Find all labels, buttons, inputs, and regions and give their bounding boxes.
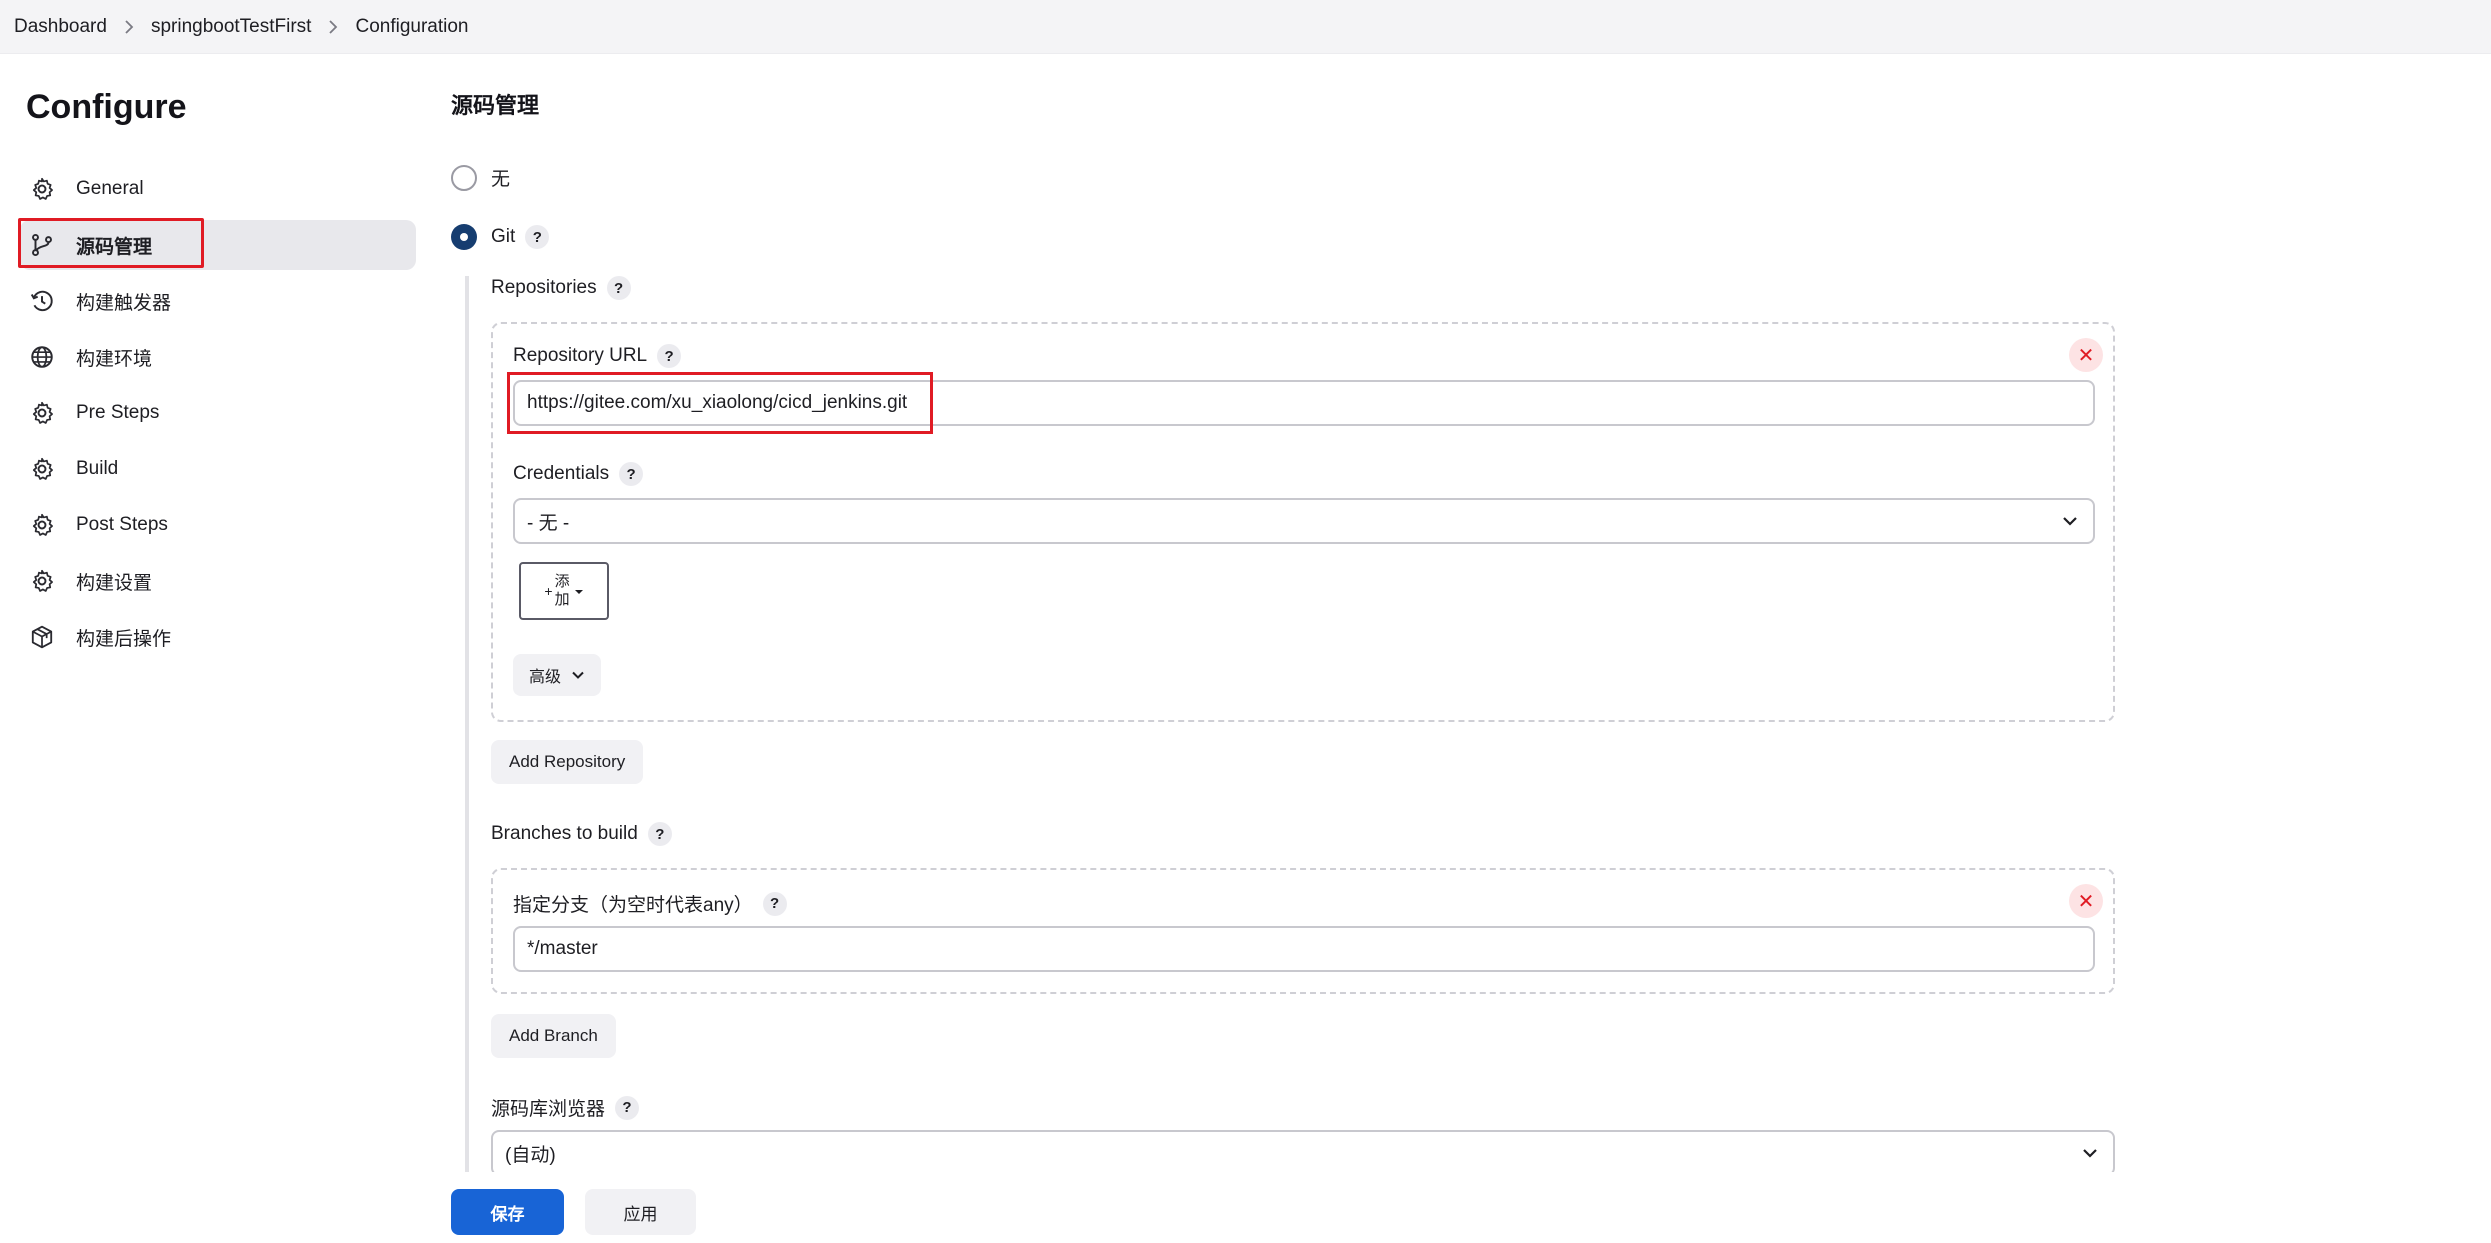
help-icon[interactable]: ? (615, 1095, 640, 1120)
radio-label: Git (491, 226, 516, 247)
clock-icon (28, 287, 56, 315)
repository-browser-label: 源码库浏览器 ? (491, 1094, 640, 1121)
help-icon[interactable]: ? (619, 462, 644, 486)
repository-browser-value: (自动) (505, 1144, 556, 1166)
chevron-down-icon (572, 671, 584, 679)
repository-browser-select[interactable]: (自动) (491, 1130, 2115, 1176)
close-icon[interactable]: ✕ (2069, 338, 2103, 372)
gear-icon (28, 399, 56, 427)
sidebar-item-post-steps[interactable]: Post Steps (20, 500, 416, 550)
help-icon[interactable]: ? (762, 891, 787, 916)
credentials-label-text: Credentials (513, 463, 610, 484)
add-button-label-line1: 添 (554, 573, 570, 590)
branches-label: Branches to build ? (491, 822, 672, 846)
plus-icon: + (544, 583, 553, 599)
advanced-button[interactable]: 高级 (513, 654, 602, 696)
sidebar-item-build[interactable]: Build (20, 444, 416, 494)
credentials-label: Credentials ? (513, 462, 644, 486)
apply-button[interactable]: 应用 (585, 1189, 696, 1235)
radio-button-checked[interactable] (451, 224, 477, 250)
branch-specifier-label: 指定分支（为空时代表any） ? (513, 890, 787, 917)
sidebar-item-label: Pre Steps (76, 402, 160, 423)
git-branch-icon (28, 231, 56, 259)
radio-label: 无 (491, 169, 511, 190)
sidebar-item-scm[interactable]: 源码管理 (18, 218, 416, 270)
breadcrumb-configuration[interactable]: Configuration (355, 16, 468, 38)
add-repository-button[interactable]: Add Repository (491, 740, 644, 784)
radio-option-none[interactable]: 无 (451, 164, 510, 191)
close-icon[interactable]: ✕ (2069, 884, 2103, 918)
chevron-down-icon (2061, 512, 2079, 536)
branch-specifier-input[interactable]: */master (513, 926, 2095, 972)
gear-icon (28, 511, 56, 539)
help-icon[interactable]: ? (606, 276, 631, 300)
radio-button[interactable] (451, 164, 477, 191)
sidebar-item-label: Build (76, 458, 119, 479)
globe-icon (28, 343, 56, 371)
chevron-right-icon (107, 16, 151, 38)
save-button[interactable]: 保存 (451, 1189, 564, 1235)
sidebar-item-pre-steps[interactable]: Pre Steps (20, 388, 416, 438)
repository-url-label: Repository URL ? (513, 344, 682, 368)
sidebar-item-label: 构建设置 (76, 572, 153, 594)
branch-entry: ✕ 指定分支（为空时代表any） ? */master (491, 868, 2115, 994)
repository-url-label-text: Repository URL (513, 345, 648, 366)
repositories-label-text: Repositories (491, 277, 597, 298)
sidebar-item-label: 构建触发器 (76, 292, 172, 314)
caret-down-icon (574, 583, 584, 600)
sidebar-item-build-settings[interactable]: 构建设置 (20, 556, 416, 606)
bottom-action-bar (0, 1172, 2491, 1243)
radio-option-git[interactable]: Git ? (451, 224, 550, 250)
repository-url-value: https://gitee.com/xu_xiaolong/cicd_jenki… (527, 392, 908, 413)
top-bar: Dashboard springbootTestFirst Configurat… (0, 0, 2491, 54)
breadcrumb-dashboard[interactable]: Dashboard (14, 16, 107, 38)
credentials-select[interactable]: - 无 - (513, 498, 2095, 544)
section-title: 源码管理 (451, 93, 540, 118)
credentials-value: - 无 - (527, 512, 570, 534)
repository-browser-label-text: 源码库浏览器 (491, 1099, 606, 1120)
sidebar-item-general[interactable]: General (20, 164, 416, 214)
add-branch-button[interactable]: Add Branch (491, 1014, 616, 1058)
help-icon[interactable]: ? (657, 344, 682, 368)
chevron-right-icon (311, 16, 355, 38)
page-title: Configure (26, 88, 187, 126)
sidebar-item-label: 构建后操作 (76, 628, 172, 650)
add-credentials-button[interactable]: + 添 加 (519, 562, 609, 620)
branches-label-text: Branches to build (491, 823, 638, 844)
gear-icon (28, 455, 56, 483)
sidebar: General 源码管理 构建触发器 构建环境 Pre Steps Build (18, 164, 416, 668)
sidebar-item-build-environment[interactable]: 构建环境 (20, 332, 416, 382)
branch-specifier-label-text: 指定分支（为空时代表any） (513, 895, 753, 916)
sidebar-item-post-build-actions[interactable]: 构建后操作 (20, 612, 416, 662)
sidebar-item-label: 源码管理 (76, 236, 153, 258)
branch-specifier-value: */master (527, 938, 598, 959)
git-options-indent-bar (465, 276, 469, 1176)
sidebar-item-label: General (76, 178, 144, 199)
repository-entry: ✕ Repository URL ? https://gitee.com/xu_… (491, 322, 2115, 722)
add-button-label: 添 加 (555, 573, 570, 609)
help-icon[interactable]: ? (525, 225, 550, 249)
sidebar-item-label: 构建环境 (76, 348, 153, 370)
advanced-label: 高级 (529, 669, 562, 686)
sidebar-item-build-triggers[interactable]: 构建触发器 (20, 276, 416, 326)
sidebar-item-label: Post Steps (76, 514, 168, 535)
chevron-down-icon (2081, 1144, 2099, 1168)
add-button-label-line2: 加 (554, 591, 570, 608)
gear-icon (28, 175, 56, 203)
help-icon[interactable]: ? (647, 822, 672, 846)
gear-icon (28, 567, 56, 595)
repository-url-input[interactable]: https://gitee.com/xu_xiaolong/cicd_jenki… (513, 380, 2095, 426)
package-icon (28, 623, 56, 651)
breadcrumb-project[interactable]: springbootTestFirst (151, 16, 312, 38)
breadcrumb: Dashboard springbootTestFirst Configurat… (14, 0, 469, 54)
repositories-label: Repositories ? (491, 276, 631, 300)
